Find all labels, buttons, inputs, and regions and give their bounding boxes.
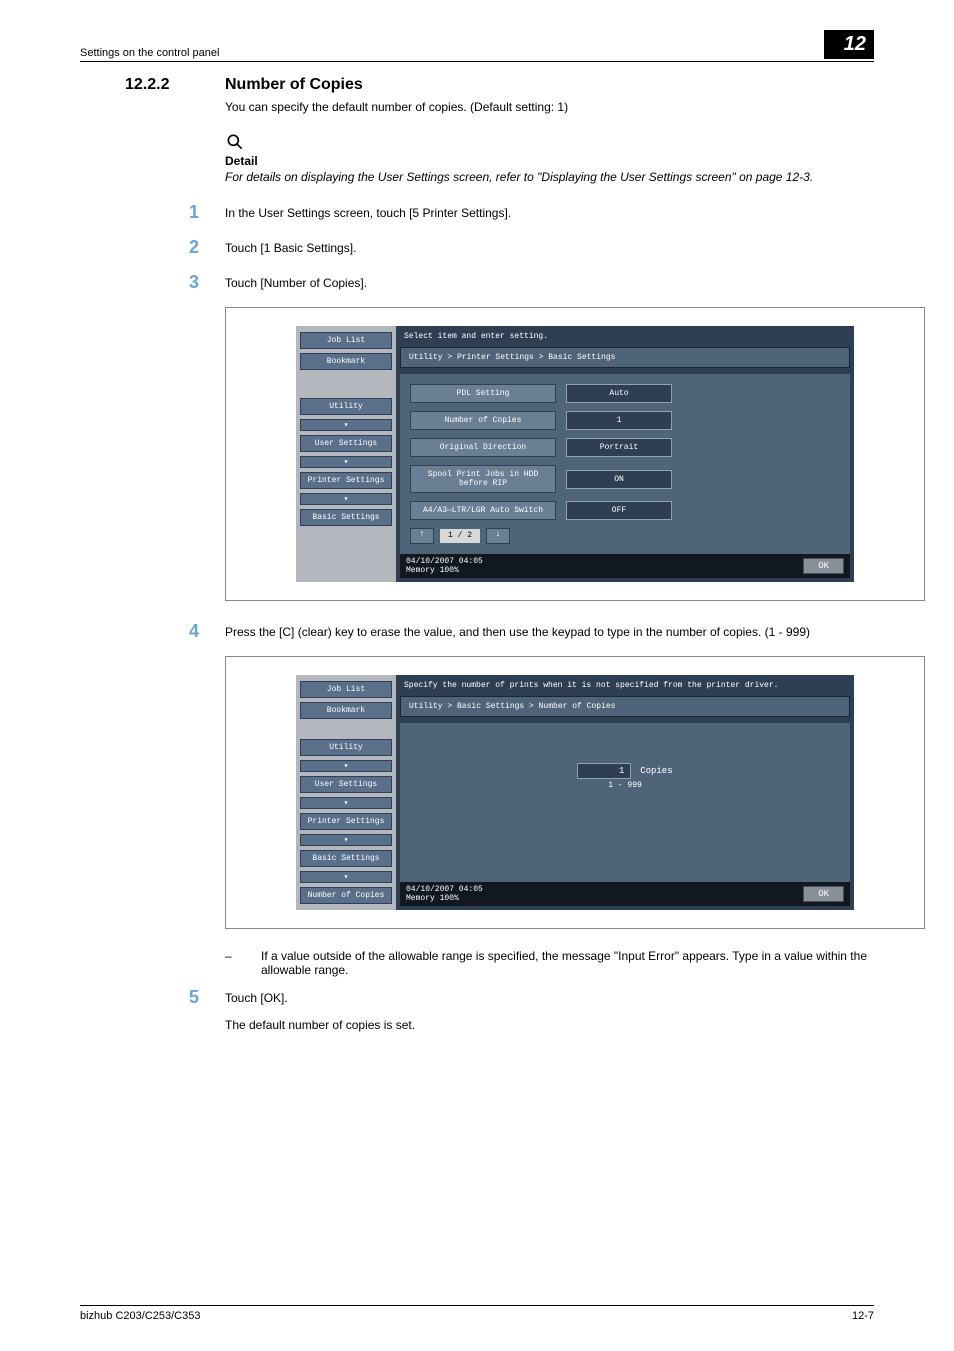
step-text: Touch [1 Basic Settings]. [225,237,874,258]
chevron-down-icon: ▾ [300,419,392,431]
status-datetime: 04/10/2007 04:05 Memory 100% [406,557,483,575]
screen-instruction: Select item and enter setting. [396,326,854,347]
screenshot-number-of-copies: Job List Bookmark Utility ▾ User Setting… [225,656,925,929]
magnifier-icon [225,132,245,152]
step-number: 5 [80,987,225,1008]
bullet-dash: – [80,949,261,977]
user-settings-tab[interactable]: User Settings [300,776,392,793]
detail-label: Detail [225,154,874,168]
breadcrumb: Utility > Printer Settings > Basic Setti… [400,347,850,368]
step-text: Touch [OK]. [225,987,874,1008]
step-number: 3 [80,272,225,293]
utility-tab[interactable]: Utility [300,398,392,415]
number-of-copies-tab[interactable]: Number of Copies [300,887,392,904]
copies-range: 1 - 999 [410,781,840,790]
screenshot-basic-settings: Job List Bookmark Utility ▾ User Setting… [225,307,925,601]
auto-switch-value: OFF [566,501,672,520]
running-header: Settings on the control panel [80,47,219,59]
footer-model: bizhub C203/C253/C353 [80,1310,200,1322]
step-text: In the User Settings screen, touch [5 Pr… [225,202,874,223]
job-list-button[interactable]: Job List [300,681,392,698]
step-number: 1 [80,202,225,223]
footer-page: 12-7 [852,1310,874,1322]
chapter-number-badge: 12 [824,30,874,59]
chevron-down-icon: ▾ [300,493,392,505]
chevron-down-icon: ▾ [300,871,392,883]
bookmark-button[interactable]: Bookmark [300,702,392,719]
copies-label: Copies [640,766,672,776]
auto-switch-button[interactable]: A4/A3⇔LTR/LGR Auto Switch [410,501,556,520]
section-number: 12.2.2 [80,76,225,94]
step-text: Touch [Number of Copies]. [225,272,874,293]
chevron-down-icon: ▾ [300,456,392,468]
step-text: Press the [C] (clear) key to erase the v… [225,621,874,642]
detail-text: For details on displaying the User Setti… [225,170,874,184]
chevron-down-icon: ▾ [300,760,392,772]
number-of-copies-value: 1 [566,411,672,430]
basic-settings-tab[interactable]: Basic Settings [300,509,392,526]
ok-button[interactable]: OK [803,558,844,574]
printer-settings-tab[interactable]: Printer Settings [300,472,392,489]
spool-value: ON [566,470,672,489]
chevron-down-icon: ▾ [300,797,392,809]
pdl-setting-button[interactable]: PDL Setting [410,384,556,403]
page-down-button[interactable]: ↓ [486,528,510,544]
closing-text: The default number of copies is set. [225,1018,874,1032]
bookmark-button[interactable]: Bookmark [300,353,392,370]
step-number: 4 [80,621,225,642]
step-note: If a value outside of the allowable rang… [261,949,874,977]
original-direction-value: Portrait [566,438,672,457]
screen-instruction: Specify the number of prints when it is … [396,675,854,696]
page-indicator: 1 / 2 [440,529,480,543]
chevron-down-icon: ▾ [300,834,392,846]
original-direction-button[interactable]: Original Direction [410,438,556,457]
printer-settings-tab[interactable]: Printer Settings [300,813,392,830]
page-up-button[interactable]: ↑ [410,528,434,544]
copies-input[interactable]: 1 [577,763,631,779]
section-intro: You can specify the default number of co… [225,100,874,114]
user-settings-tab[interactable]: User Settings [300,435,392,452]
pdl-value: Auto [566,384,672,403]
ok-button[interactable]: OK [803,886,844,902]
breadcrumb: Utility > Basic Settings > Number of Cop… [400,696,850,717]
step-number: 2 [80,237,225,258]
basic-settings-tab[interactable]: Basic Settings [300,850,392,867]
utility-tab[interactable]: Utility [300,739,392,756]
spool-button[interactable]: Spool Print Jobs in HDD before RIP [410,465,556,493]
number-of-copies-button[interactable]: Number of Copies [410,411,556,430]
status-datetime: 04/10/2007 04:05 Memory 100% [406,885,483,903]
section-title: Number of Copies [225,76,363,94]
job-list-button[interactable]: Job List [300,332,392,349]
